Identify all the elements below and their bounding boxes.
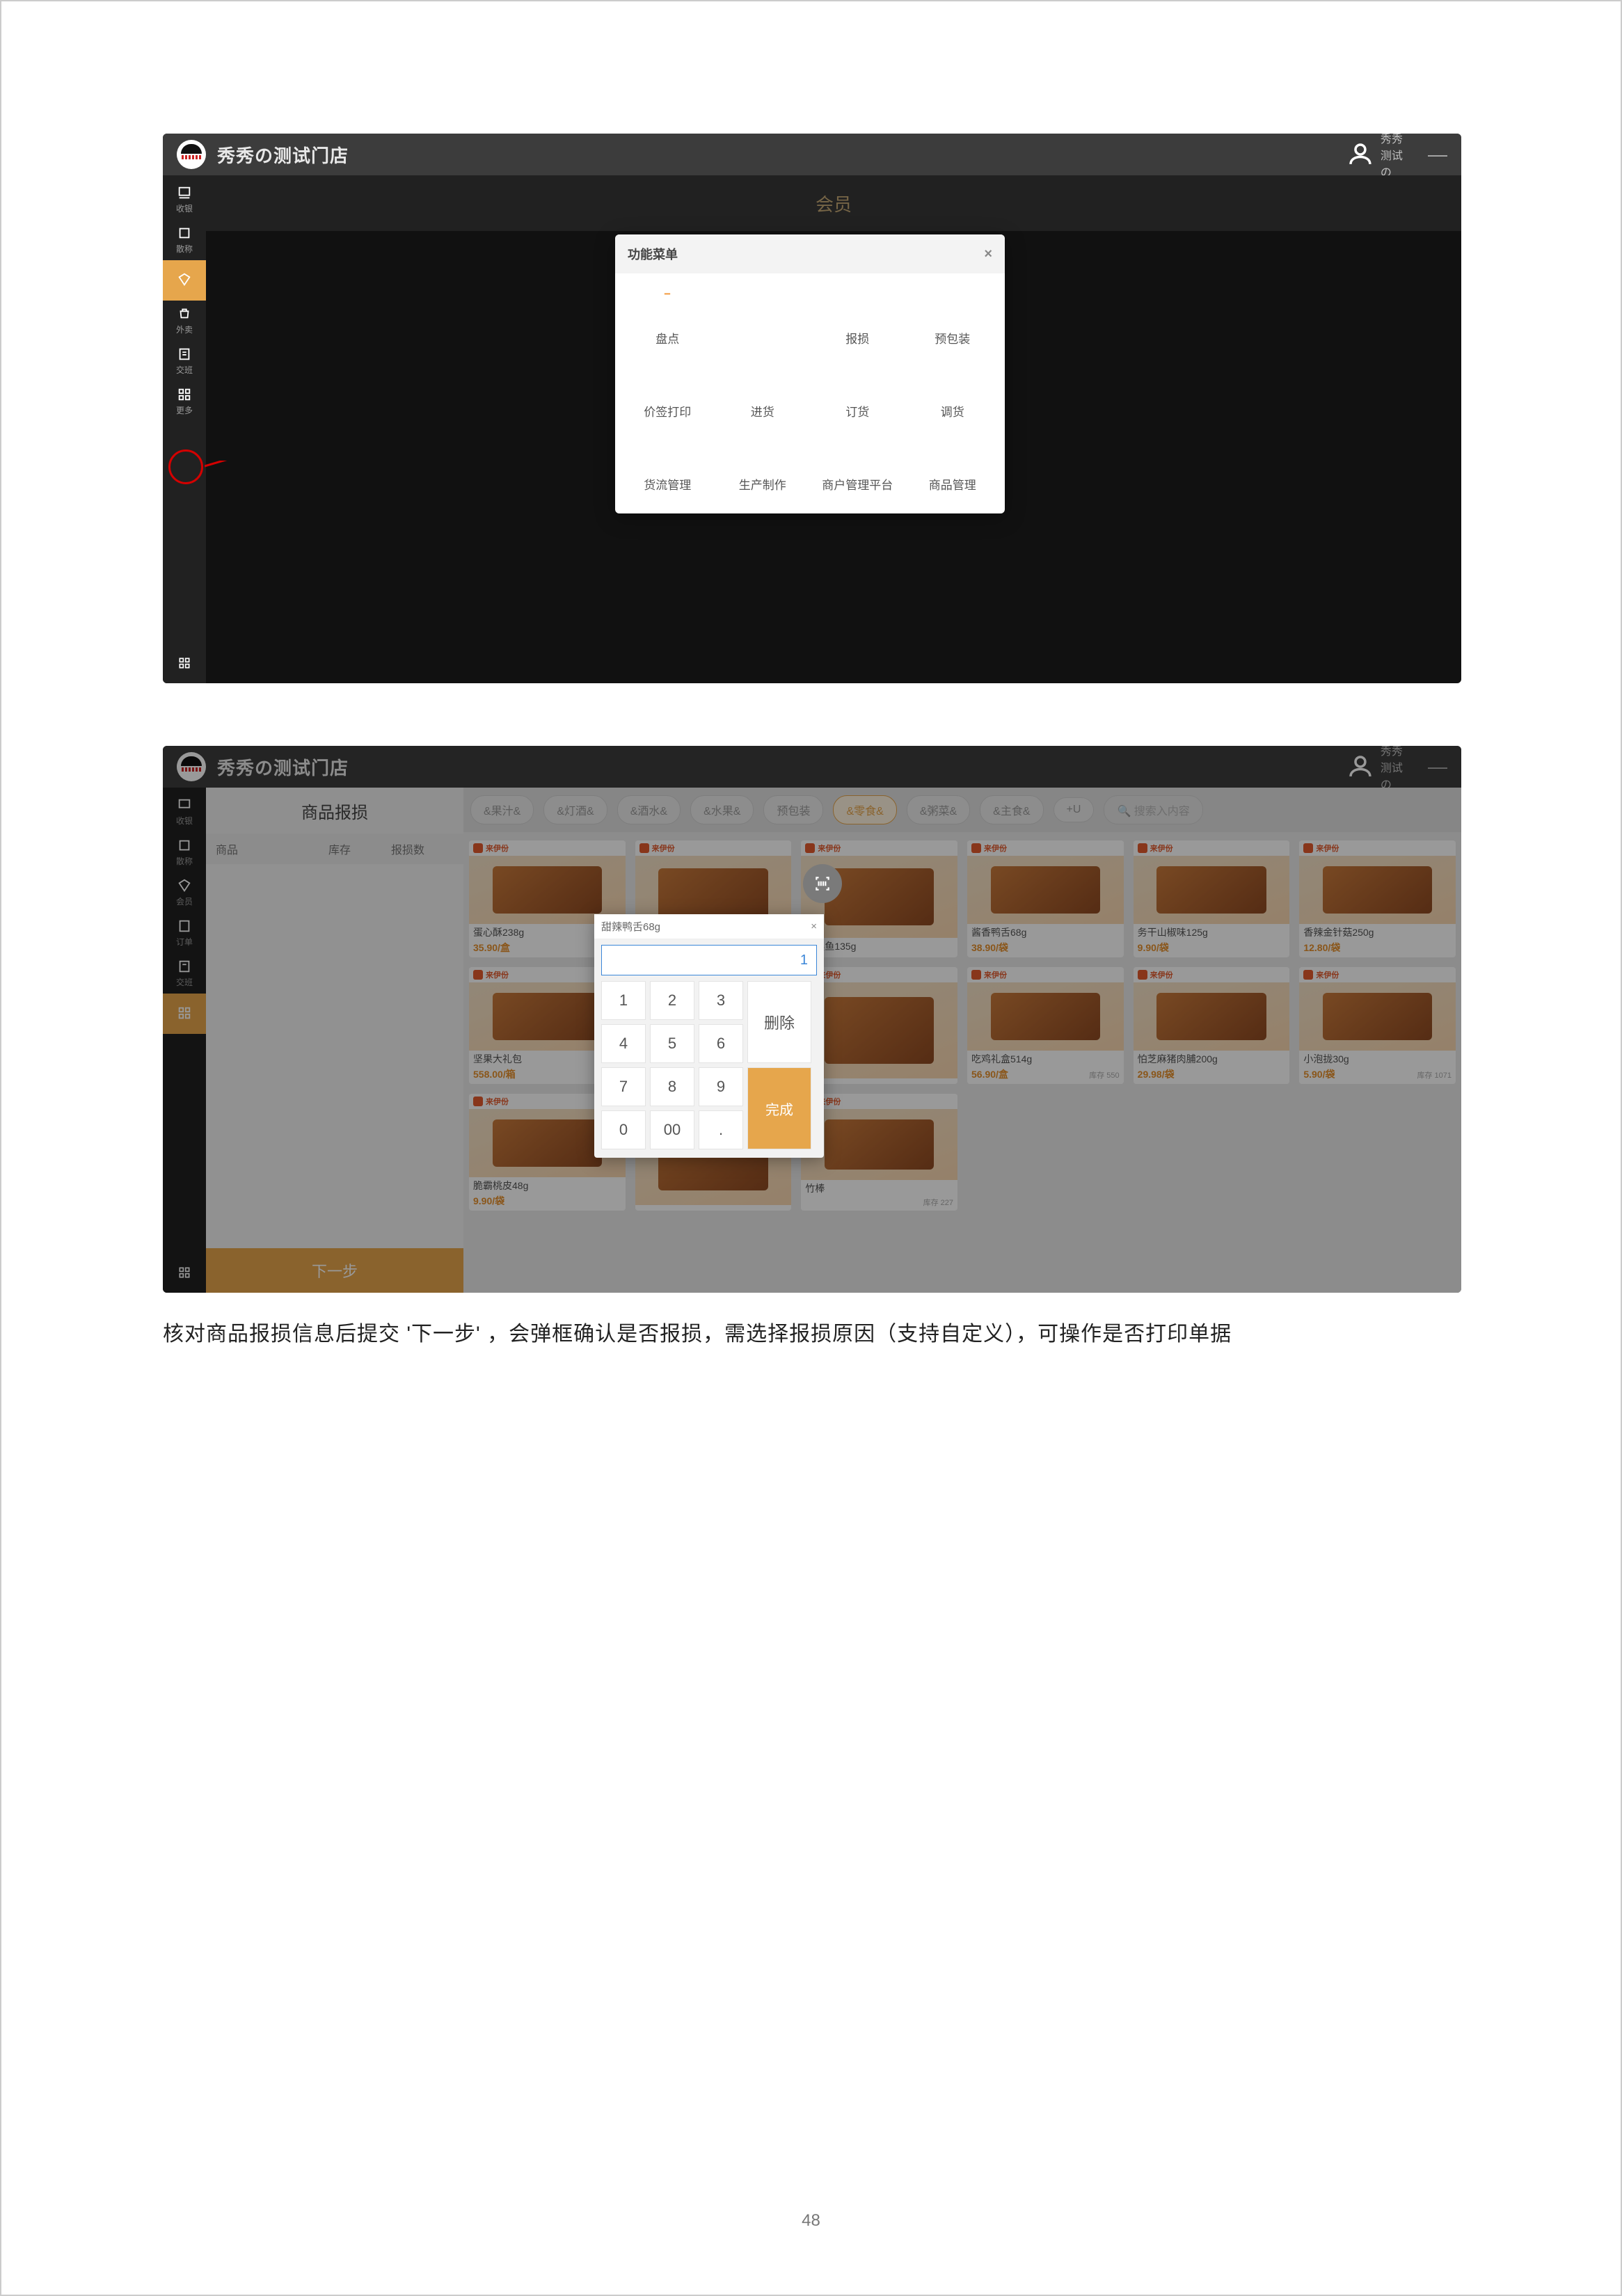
screenshot-function-menu: 秀秀の测试门店 秀秀测试の — 会员 收银 散称 — [163, 134, 1461, 683]
menu-item-order[interactable]: 订货 — [812, 360, 903, 420]
user-icon — [1346, 140, 1375, 169]
menu-item-merchant[interactable]: 商户管理平台 — [812, 433, 903, 493]
scale-icon — [177, 225, 192, 241]
screenshot-damage-entry: 秀秀の测试门店 秀秀测试の — 收银 散称 会员 订单 交班 商品报损 商品 库… — [163, 746, 1461, 1293]
sidebar-item[interactable]: 交班 — [163, 341, 206, 381]
cash-register-icon — [177, 185, 192, 200]
menu-item-production[interactable]: 生产制作 — [717, 433, 809, 493]
clipboard-icon — [650, 287, 685, 322]
sidebar: 收银 散称 外卖 交班 更多 — [163, 175, 206, 683]
modal-header: 功能菜单 × — [615, 234, 1005, 273]
numpad: 甜辣鸭舌68g × 1 1 2 3 删除 4 5 6 7 8 9 完成 0 00… — [594, 914, 824, 1158]
sidebar-item[interactable]: 外卖 — [163, 301, 206, 341]
numpad-title: 甜辣鸭舌68g — [601, 919, 660, 934]
sidebar-item-more[interactable]: 更多 — [163, 381, 206, 422]
numpad-display[interactable]: 1 — [601, 945, 817, 975]
menu-item-prepack[interactable]: 预包装 — [907, 287, 999, 346]
printer-icon — [650, 360, 685, 395]
close-button[interactable]: × — [811, 920, 817, 932]
menu-item-transfer[interactable]: 调货 — [907, 360, 999, 420]
page-number: 48 — [802, 2211, 820, 2231]
key-dot[interactable]: . — [699, 1110, 743, 1149]
key-3[interactable]: 3 — [699, 981, 743, 1020]
key-5[interactable]: 5 — [650, 1024, 694, 1063]
key-0[interactable]: 0 — [601, 1110, 646, 1149]
transfer-icon — [935, 360, 970, 395]
function-menu-modal: 功能菜单 × 盘点 报损 预包装 — [615, 234, 1005, 513]
cube-icon — [935, 287, 970, 322]
barcode-scan-button[interactable] — [803, 864, 842, 903]
barcode-icon — [813, 875, 832, 893]
menu-item-logistics[interactable]: 货流管理 — [622, 433, 713, 493]
sidebar-item[interactable]: 收银 — [163, 180, 206, 220]
close-button[interactable]: × — [984, 246, 992, 262]
bag-icon — [935, 433, 970, 468]
app-title: 秀秀の测试门店 — [217, 142, 349, 168]
key-8[interactable]: 8 — [650, 1067, 694, 1106]
diamond-icon — [177, 272, 192, 287]
key-9[interactable]: 9 — [699, 1067, 743, 1106]
key-2[interactable]: 2 — [650, 981, 694, 1020]
app-logo-icon — [177, 140, 206, 169]
cart-icon — [745, 360, 780, 395]
truck-icon — [650, 433, 685, 468]
key-1[interactable]: 1 — [601, 981, 646, 1020]
user-name: 秀秀测试の — [1381, 134, 1407, 180]
shift-icon — [177, 346, 192, 362]
key-4[interactable]: 4 — [601, 1024, 646, 1063]
menu-item-damage[interactable]: 报损 — [812, 287, 903, 346]
menu-item-purchase[interactable]: 进货 — [717, 360, 809, 420]
menu-item-inventory[interactable]: 盘点 — [622, 287, 713, 346]
titlebar: 秀秀の测试门店 秀秀测试の — — [163, 134, 1461, 175]
key-7[interactable]: 7 — [601, 1067, 646, 1106]
takeout-icon — [177, 306, 192, 321]
key-00[interactable]: 00 — [650, 1110, 694, 1149]
key-delete[interactable]: 删除 — [747, 981, 811, 1063]
user-chip[interactable]: 秀秀测试の — [1346, 134, 1407, 180]
caption-text: 核对商品报损信息后提交 '下一步' ，会弹框确认是否报损，需选择报损原因（支持自… — [163, 1318, 1461, 1351]
numpad-header: 甜辣鸭舌68g × — [594, 914, 824, 939]
box-open-icon — [745, 287, 780, 322]
menu-item-print[interactable]: 价签打印 — [622, 360, 713, 420]
trash-icon — [840, 287, 875, 322]
grid-icon — [177, 387, 192, 402]
annotation-circle — [168, 449, 203, 484]
key-6[interactable]: 6 — [699, 1024, 743, 1063]
receipt-icon — [840, 360, 875, 395]
sidebar-item-active[interactable] — [163, 260, 206, 301]
modal-title: 功能菜单 — [628, 245, 678, 263]
apps-icon[interactable] — [177, 656, 191, 673]
sidebar-item[interactable]: 散称 — [163, 220, 206, 260]
wrench-icon — [745, 433, 780, 468]
minimize-button[interactable]: — — [1428, 143, 1447, 166]
key-done[interactable]: 完成 — [747, 1067, 811, 1149]
menu-item-products[interactable]: 商品管理 — [907, 433, 999, 493]
store-icon — [840, 433, 875, 468]
menu-item[interactable] — [717, 287, 809, 346]
